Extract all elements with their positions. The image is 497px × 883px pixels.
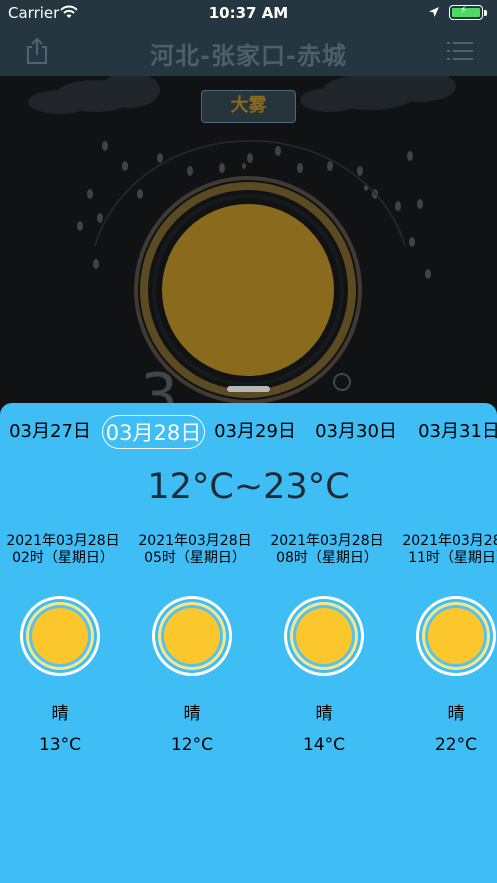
battery-icon: ⚡ (449, 5, 483, 20)
hourly-forecast-item: 2021年03月28日 02时（星期日） 晴 13°C (0, 533, 126, 755)
hourly-time: 08时（星期日） (276, 550, 378, 566)
sun-icon (152, 596, 232, 676)
hourly-time: 11时（星期日） (408, 550, 497, 566)
hourly-temp: 14°C (302, 735, 345, 755)
menu-icon[interactable] (447, 40, 473, 62)
hourly-date: 2021年03月28日 (270, 533, 384, 549)
hourly-forecast-item: 2021年03月28日 05时（星期日） 晴 12°C (132, 533, 258, 755)
hourly-time: 05时（星期日） (144, 550, 246, 566)
hourly-condition: 晴 (51, 704, 69, 724)
weather-scene: 3 大雾 (0, 76, 497, 416)
date-tab-0328[interactable]: 03月28日 (102, 415, 205, 449)
date-tab-0331[interactable]: 03月31日 (415, 415, 497, 449)
location-icon (429, 7, 439, 17)
hourly-forecast-item: 2021年03月28日 11时（星期日） 晴 22°C (396, 533, 497, 755)
date-tab-0327[interactable]: 03月27日 (6, 415, 94, 449)
sun-icon (284, 596, 364, 676)
hourly-condition: 晴 (447, 704, 465, 724)
hourly-forecast-item: 2021年03月28日 08时（星期日） 晴 14°C (264, 533, 390, 755)
hourly-temp: 12°C (170, 735, 213, 755)
hourly-date: 2021年03月28日 (138, 533, 252, 549)
forecast-sheet: 03月27日 03月28日 03月29日 03月30日 03月31日 12°C~… (0, 403, 497, 883)
hourly-date: 2021年03月28日 (402, 533, 497, 549)
hourly-condition: 晴 (183, 704, 201, 724)
weather-illustration: 3 (28, 76, 456, 416)
battery-cap (484, 10, 487, 16)
date-tab-0330[interactable]: 03月30日 (312, 415, 400, 449)
hourly-temp: 13°C (38, 735, 81, 755)
hourly-time: 02时（星期日） (12, 550, 114, 566)
hourly-date: 2021年03月28日 (6, 533, 120, 549)
sun-icon (416, 596, 496, 676)
page-title: 河北-张家口-赤城 (150, 42, 347, 70)
hourly-temp: 22°C (434, 735, 477, 755)
status-time: 10:37 AM (208, 4, 289, 22)
sheet-drag-handle[interactable] (227, 386, 270, 392)
weather-condition-badge: 大雾 (201, 90, 296, 123)
hourly-condition: 晴 (315, 704, 333, 724)
status-bar: Carrier 10:37 AM ⚡ (0, 0, 497, 26)
sun-icon (20, 596, 100, 676)
nav-bar: 河北-张家口-赤城 (0, 26, 497, 76)
date-tab-0329[interactable]: 03月29日 (211, 415, 299, 449)
daily-temp-range: 12°C~23°C (147, 467, 350, 507)
